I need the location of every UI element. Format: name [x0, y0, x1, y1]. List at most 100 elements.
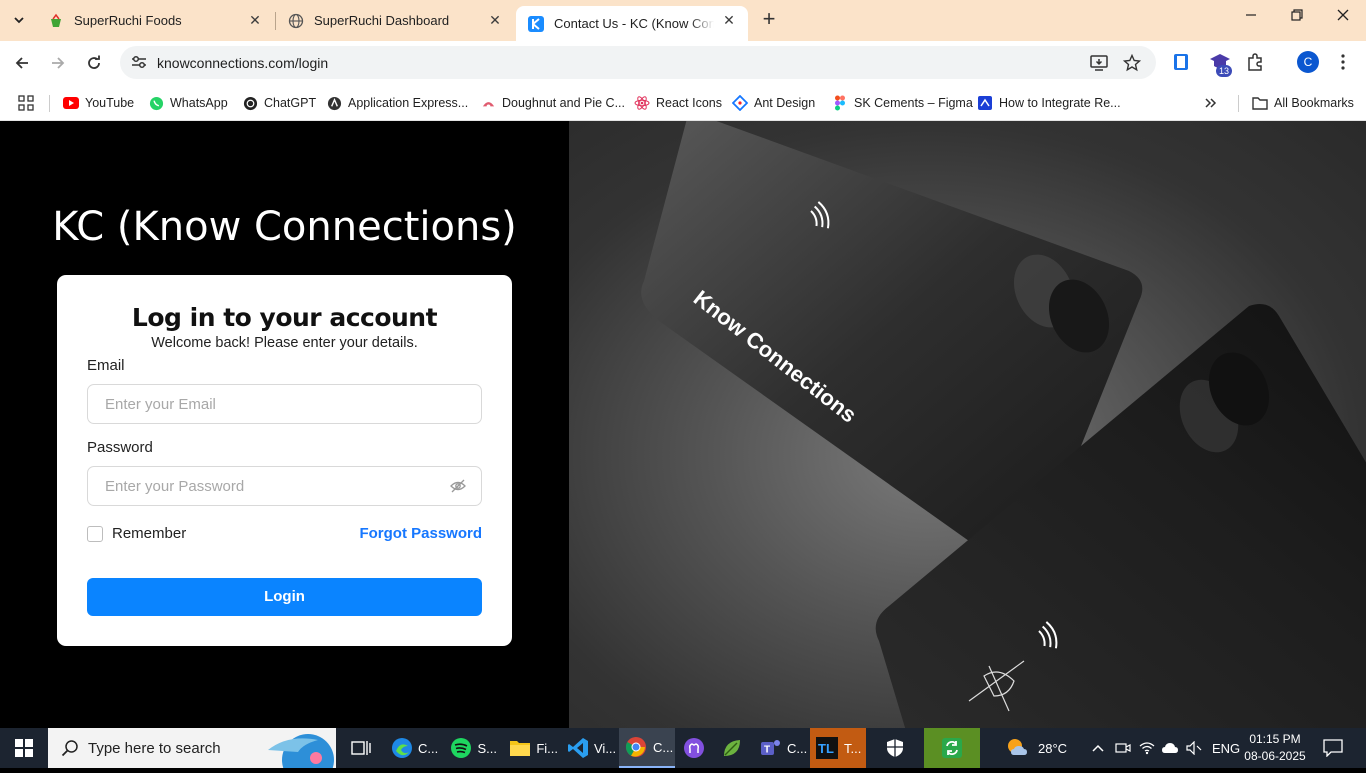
- login-button[interactable]: Login: [87, 578, 482, 616]
- taskbar-app-teams[interactable]: T C...: [755, 728, 807, 768]
- react-icon: [634, 95, 650, 111]
- search-icon: [61, 739, 79, 762]
- bookmark-label: Doughnut and Pie C...: [502, 96, 625, 110]
- spotify-icon: [450, 736, 472, 760]
- start-button[interactable]: [0, 728, 48, 768]
- bookmark-label: YouTube: [85, 96, 135, 110]
- bookmarks-divider: [1238, 95, 1239, 112]
- side-panel-icon[interactable]: [1173, 53, 1189, 76]
- kebab-menu-icon[interactable]: [1338, 53, 1348, 76]
- tab-superruchi-dashboard[interactable]: SuperRuchi Dashboard ✕: [276, 0, 514, 41]
- bookmark-label: SK Cements – Figma: [854, 96, 973, 110]
- folder-icon: [509, 736, 531, 760]
- remember-label[interactable]: Remember: [112, 525, 186, 542]
- restore-button[interactable]: [1286, 8, 1308, 30]
- reload-button[interactable]: [82, 51, 106, 75]
- close-window-button[interactable]: [1332, 8, 1354, 30]
- login-subheading: Welcome back! Please enter your details.: [151, 335, 418, 351]
- taskbar-app-chrome[interactable]: C...: [619, 728, 675, 768]
- address-bar[interactable]: knowconnections.com/login: [120, 46, 1156, 79]
- bookmark-star-icon[interactable]: [1122, 53, 1142, 77]
- extensions-puzzle-icon[interactable]: [1246, 53, 1264, 76]
- arrow-right-icon: [52, 57, 65, 69]
- profile-avatar[interactable]: C: [1297, 51, 1319, 73]
- chevron-down-icon: [14, 17, 24, 24]
- taskbar-app-spotify[interactable]: S...: [445, 728, 497, 768]
- tab-strip: SuperRuchi Foods ✕ SuperRuchi Dashboard …: [0, 0, 1366, 41]
- partly-cloudy-icon: [1006, 737, 1030, 760]
- taskbar-app-edge[interactable]: C...: [386, 728, 438, 768]
- email-placeholder: Enter your Email: [105, 396, 216, 413]
- windows-taskbar: Type here to search C... S... Fi... Vi..…: [0, 728, 1366, 773]
- bookmark-application-express[interactable]: Application Express...: [326, 92, 468, 114]
- url-text[interactable]: knowconnections.com/login: [157, 55, 328, 71]
- bookmark-ant-design[interactable]: Ant Design: [732, 92, 815, 114]
- taskbar-search-box[interactable]: Type here to search: [48, 728, 336, 773]
- install-app-icon[interactable]: [1090, 54, 1108, 77]
- forgot-password-link[interactable]: Forgot Password: [359, 525, 482, 542]
- back-button[interactable]: [10, 51, 34, 75]
- bookmark-how-to-integrate[interactable]: How to Integrate Re...: [977, 92, 1121, 114]
- all-bookmarks-button[interactable]: All Bookmarks: [1252, 92, 1354, 114]
- taskbar-app-file-explorer[interactable]: Fi...: [504, 728, 558, 768]
- taskbar-sync[interactable]: [924, 728, 980, 768]
- task-view-icon: [351, 741, 371, 755]
- taskbar-app-vscode[interactable]: Vi...: [562, 728, 616, 768]
- reload-icon: [88, 55, 100, 69]
- close-tab-icon[interactable]: ✕: [248, 13, 262, 27]
- notifications-icon[interactable]: [1323, 728, 1343, 768]
- bookmark-sk-cements-figma[interactable]: SK Cements – Figma: [832, 92, 973, 114]
- site-info-icon[interactable]: [130, 54, 148, 75]
- system-clock[interactable]: 01:15 PM 08-06-2025: [1240, 731, 1310, 765]
- arrow-left-icon: [15, 57, 28, 69]
- password-placeholder: Enter your Password: [105, 478, 245, 495]
- tray-overflow-icon[interactable]: [1092, 728, 1104, 768]
- bookmark-chatgpt[interactable]: ChatGPT: [242, 92, 316, 114]
- volume-icon[interactable]: [1186, 728, 1202, 768]
- email-field[interactable]: Enter your Email: [87, 384, 482, 424]
- youtube-icon: [63, 95, 79, 111]
- restore-icon: [1291, 9, 1303, 21]
- remember-checkbox[interactable]: [87, 526, 103, 542]
- forward-button[interactable]: [46, 51, 70, 75]
- svg-text:TL: TL: [818, 741, 834, 756]
- tab-contact-us-kc[interactable]: Contact Us - KC (Know Connect ✕: [516, 6, 748, 41]
- taskbar-app-label: Fi...: [536, 740, 558, 756]
- language-indicator[interactable]: ENG: [1212, 728, 1240, 768]
- weather-widget[interactable]: 28°C: [1006, 728, 1067, 768]
- taskbar-app-leaf[interactable]: [718, 728, 750, 768]
- bookmarks-overflow-icon[interactable]: [1204, 92, 1218, 114]
- minimize-button[interactable]: [1240, 8, 1262, 30]
- onedrive-icon[interactable]: [1161, 728, 1179, 768]
- extension-badge: 13: [1216, 65, 1233, 77]
- windows-logo-icon: [15, 739, 33, 757]
- taskbar-app-github[interactable]: [680, 728, 712, 768]
- antd-icon: [732, 95, 748, 111]
- all-bookmarks-label: All Bookmarks: [1274, 96, 1354, 110]
- apex-icon: [326, 95, 342, 111]
- password-field[interactable]: Enter your Password: [87, 466, 482, 506]
- bookmark-whatsapp[interactable]: WhatsApp: [148, 92, 228, 114]
- bookmark-youtube[interactable]: YouTube: [63, 92, 134, 114]
- eye-invisible-icon[interactable]: [450, 479, 466, 498]
- github-icon: [682, 736, 706, 760]
- taskbar-app-label: Vi...: [594, 740, 617, 756]
- bookmark-doughnut-pie[interactable]: Doughnut and Pie C...: [480, 92, 625, 114]
- taskbar-security[interactable]: [878, 728, 912, 768]
- shield-icon: [887, 739, 903, 757]
- close-tab-icon[interactable]: ✕: [488, 13, 502, 27]
- apps-grid-icon[interactable]: [18, 92, 34, 114]
- tab-search-button[interactable]: [6, 8, 32, 32]
- tab-superruchi-foods[interactable]: SuperRuchi Foods ✕: [36, 0, 274, 41]
- new-tab-button[interactable]: +: [758, 8, 780, 31]
- whatsapp-icon: [148, 95, 164, 111]
- task-view-button[interactable]: [343, 728, 379, 768]
- wifi-icon[interactable]: [1139, 728, 1155, 768]
- nfc-cards-illustration: Know Connections: [641, 121, 1366, 728]
- close-tab-icon[interactable]: ✕: [722, 13, 736, 27]
- bookmark-react-icons[interactable]: React Icons: [634, 92, 722, 114]
- meet-now-icon[interactable]: [1115, 728, 1131, 768]
- superruchi-icon: [48, 13, 64, 29]
- taskbar-app-tl[interactable]: TL T...: [810, 728, 866, 768]
- taskbar-app-label: C...: [418, 740, 439, 756]
